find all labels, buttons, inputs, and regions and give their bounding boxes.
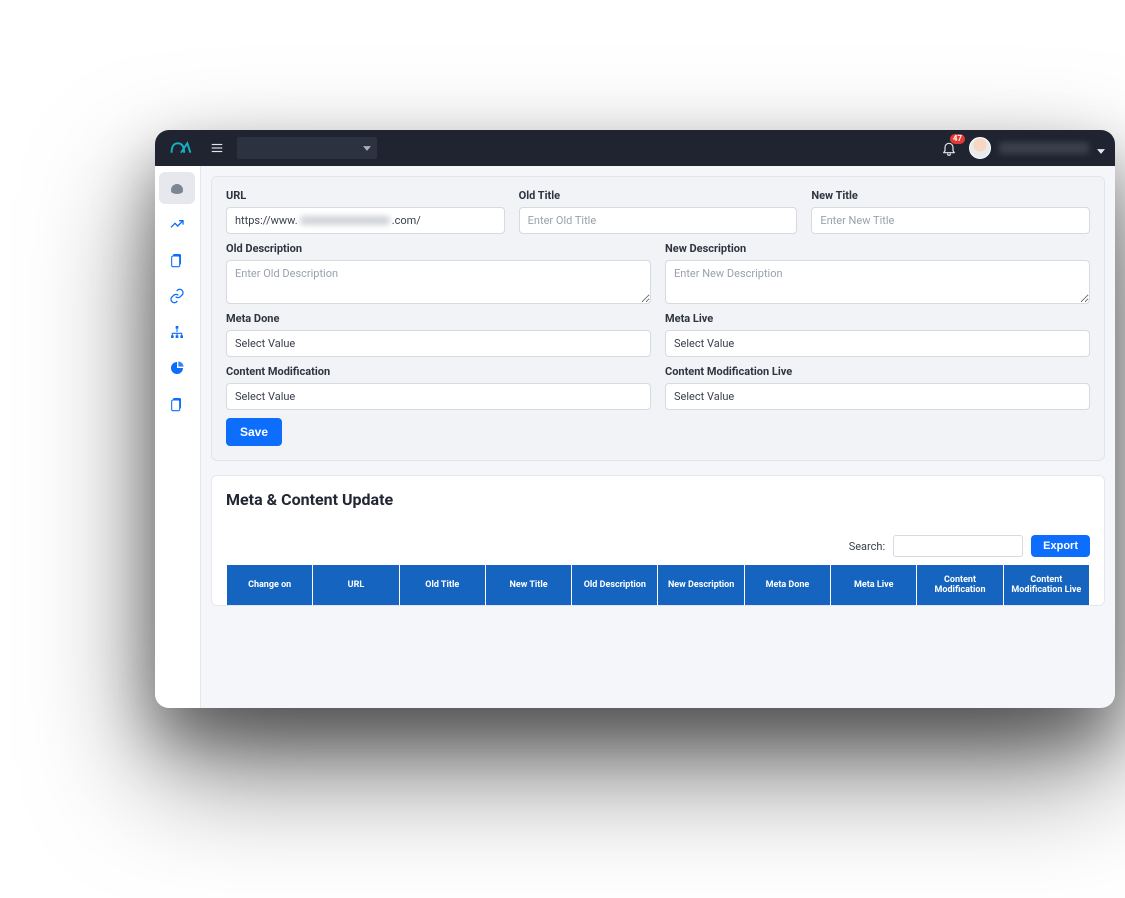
- new-desc-label: New Description: [665, 242, 1090, 255]
- results-panel: Meta & Content Update Search: Export Cha…: [211, 475, 1105, 606]
- context-dropdown[interactable]: [237, 137, 377, 159]
- results-table: Change on URL Old Title New Title Old De…: [226, 565, 1090, 605]
- sidebar-item-analytics[interactable]: [159, 208, 195, 240]
- username-obscured: [999, 142, 1089, 154]
- col-url[interactable]: URL: [313, 565, 398, 605]
- old-title-input[interactable]: [519, 207, 798, 234]
- col-content-mod-live[interactable]: Content Modification Live: [1004, 565, 1089, 605]
- sidebar-item-dashboard[interactable]: [159, 172, 195, 204]
- url-input[interactable]: https://www. .com/: [226, 207, 505, 234]
- col-old-desc[interactable]: Old Description: [572, 565, 657, 605]
- sidebar-item-links[interactable]: [159, 280, 195, 312]
- search-input[interactable]: [893, 535, 1023, 557]
- content-mod-live-label: Content Modification Live: [665, 365, 1090, 378]
- topbar: 47: [155, 130, 1115, 166]
- content-modification-live-select[interactable]: Select Value: [665, 383, 1090, 410]
- sidebar-item-sitemap[interactable]: [159, 316, 195, 348]
- meta-live-label: Meta Live: [665, 312, 1090, 325]
- sidebar: [155, 166, 201, 708]
- col-new-desc[interactable]: New Description: [658, 565, 743, 605]
- menu-toggle-button[interactable]: [205, 136, 229, 160]
- search-label: Search:: [849, 540, 885, 553]
- new-title-input[interactable]: [811, 207, 1090, 234]
- old-title-label: Old Title: [519, 189, 798, 202]
- meta-live-select[interactable]: Select Value: [665, 330, 1090, 357]
- sidebar-item-pages[interactable]: [159, 244, 195, 276]
- sidebar-item-reports[interactable]: [159, 352, 195, 384]
- avatar[interactable]: [969, 137, 991, 159]
- new-description-textarea[interactable]: [665, 260, 1090, 304]
- col-old-title[interactable]: Old Title: [400, 565, 485, 605]
- sidebar-item-copy[interactable]: [159, 388, 195, 420]
- old-desc-label: Old Description: [226, 242, 651, 255]
- content-modification-select[interactable]: Select Value: [226, 383, 651, 410]
- panel-title: Meta & Content Update: [226, 490, 1090, 509]
- col-change-on[interactable]: Change on: [227, 565, 312, 605]
- col-meta-live[interactable]: Meta Live: [831, 565, 916, 605]
- export-button[interactable]: Export: [1031, 535, 1090, 557]
- content-mod-label: Content Modification: [226, 365, 651, 378]
- main: URL https://www. .com/ Old Title New Tit…: [201, 166, 1115, 708]
- save-button[interactable]: Save: [226, 418, 282, 446]
- col-content-mod[interactable]: Content Modification: [917, 565, 1002, 605]
- notifications-button[interactable]: 47: [937, 136, 961, 160]
- url-label: URL: [226, 189, 505, 202]
- new-title-label: New Title: [811, 189, 1090, 202]
- col-new-title[interactable]: New Title: [486, 565, 571, 605]
- user-menu-caret[interactable]: [1097, 139, 1105, 158]
- col-meta-done[interactable]: Meta Done: [745, 565, 830, 605]
- notification-badge: 47: [950, 134, 965, 144]
- meta-done-label: Meta Done: [226, 312, 651, 325]
- form-card: URL https://www. .com/ Old Title New Tit…: [211, 176, 1105, 461]
- logo: [165, 132, 197, 164]
- meta-done-select[interactable]: Select Value: [226, 330, 651, 357]
- app-window: 47: [155, 130, 1115, 708]
- old-description-textarea[interactable]: [226, 260, 651, 304]
